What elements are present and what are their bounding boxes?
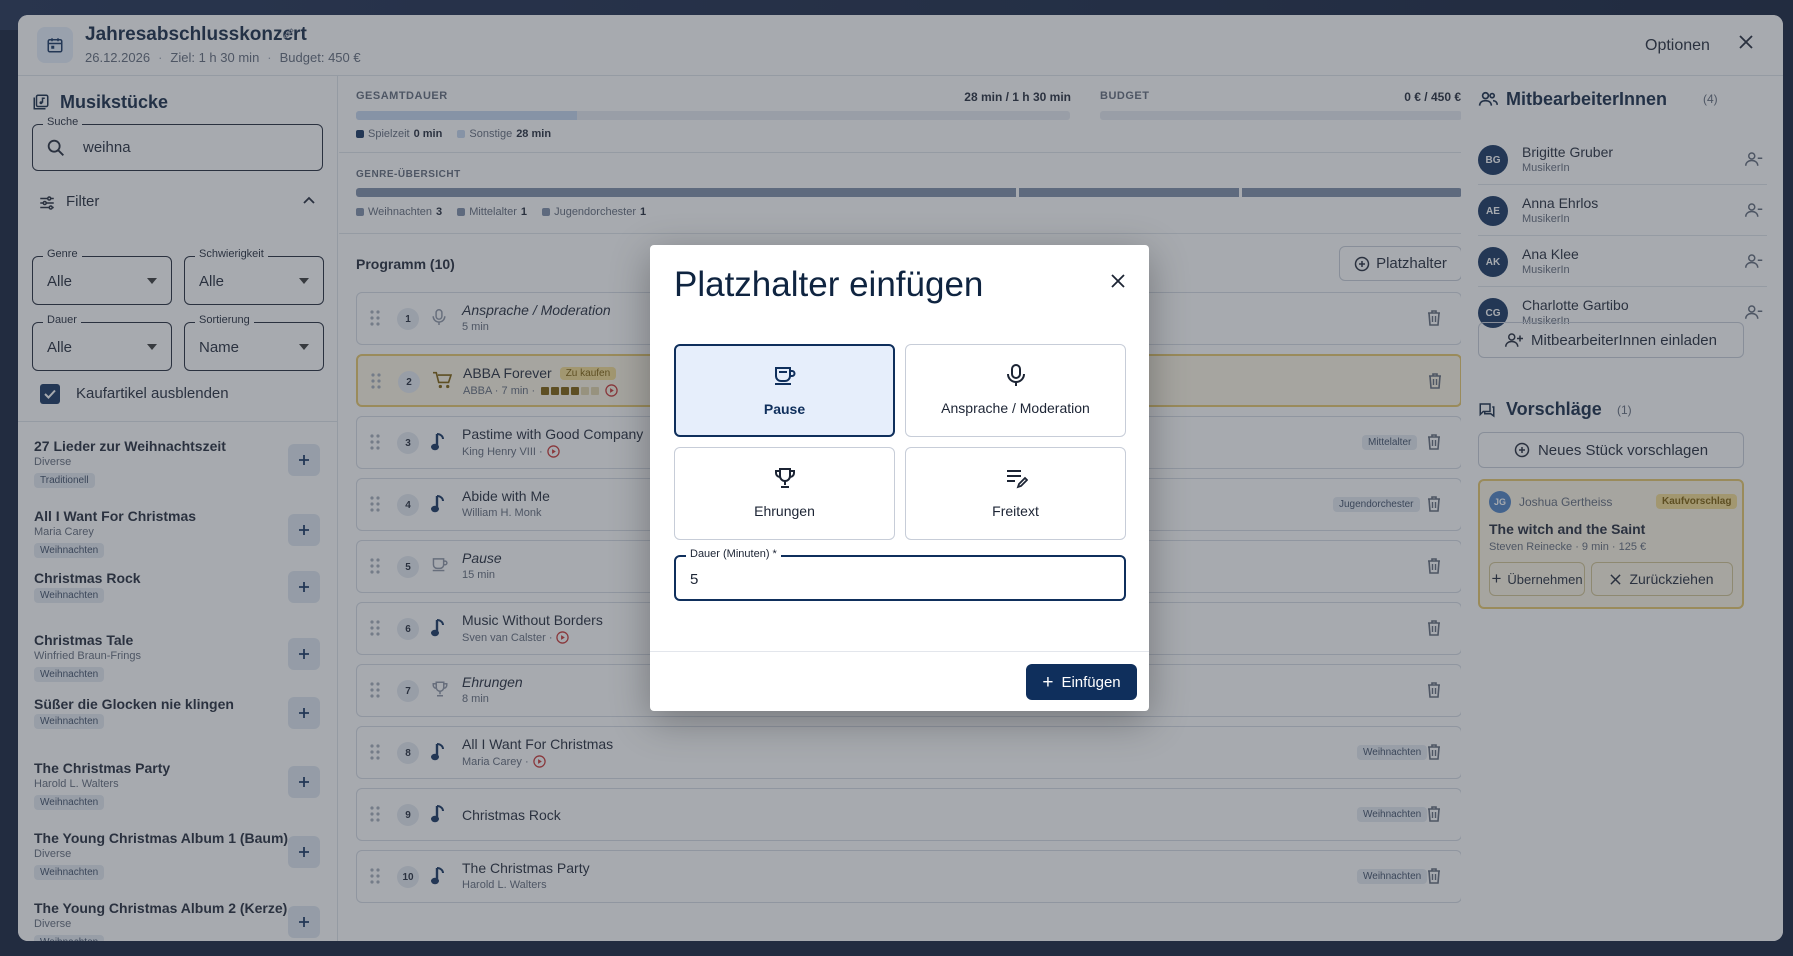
dialog-title: Platzhalter einfügen <box>674 265 984 304</box>
duration-input-value: 5 <box>690 571 699 588</box>
option-honors[interactable]: Ehrungen <box>674 447 895 540</box>
duration-input-label: Dauer (Minuten) * <box>686 548 781 560</box>
option-label: Ehrungen <box>754 503 815 519</box>
option-speech[interactable]: Ansprache / Moderation <box>905 344 1126 437</box>
dialog-divider <box>650 651 1149 652</box>
option-label: Pause <box>763 401 806 417</box>
cup-icon <box>774 367 795 385</box>
insert-button[interactable]: + Einfügen <box>1026 664 1137 700</box>
option-label: Ansprache / Moderation <box>941 400 1090 416</box>
close-icon[interactable] <box>1110 273 1126 294</box>
insert-placeholder-dialog: Platzhalter einfügen Pause Ansprache / M… <box>650 245 1149 711</box>
duration-input[interactable]: Dauer (Minuten) * 5 <box>674 548 1126 601</box>
option-label: Freitext <box>992 503 1039 519</box>
option-pause[interactable]: Pause <box>674 344 895 437</box>
edit-note-icon <box>1006 470 1028 489</box>
insert-label: Einfügen <box>1061 673 1121 691</box>
trophy-icon <box>774 468 795 488</box>
microphone-icon <box>1006 364 1025 386</box>
plus-icon: + <box>1042 671 1054 693</box>
option-freetext[interactable]: Freitext <box>905 447 1126 540</box>
